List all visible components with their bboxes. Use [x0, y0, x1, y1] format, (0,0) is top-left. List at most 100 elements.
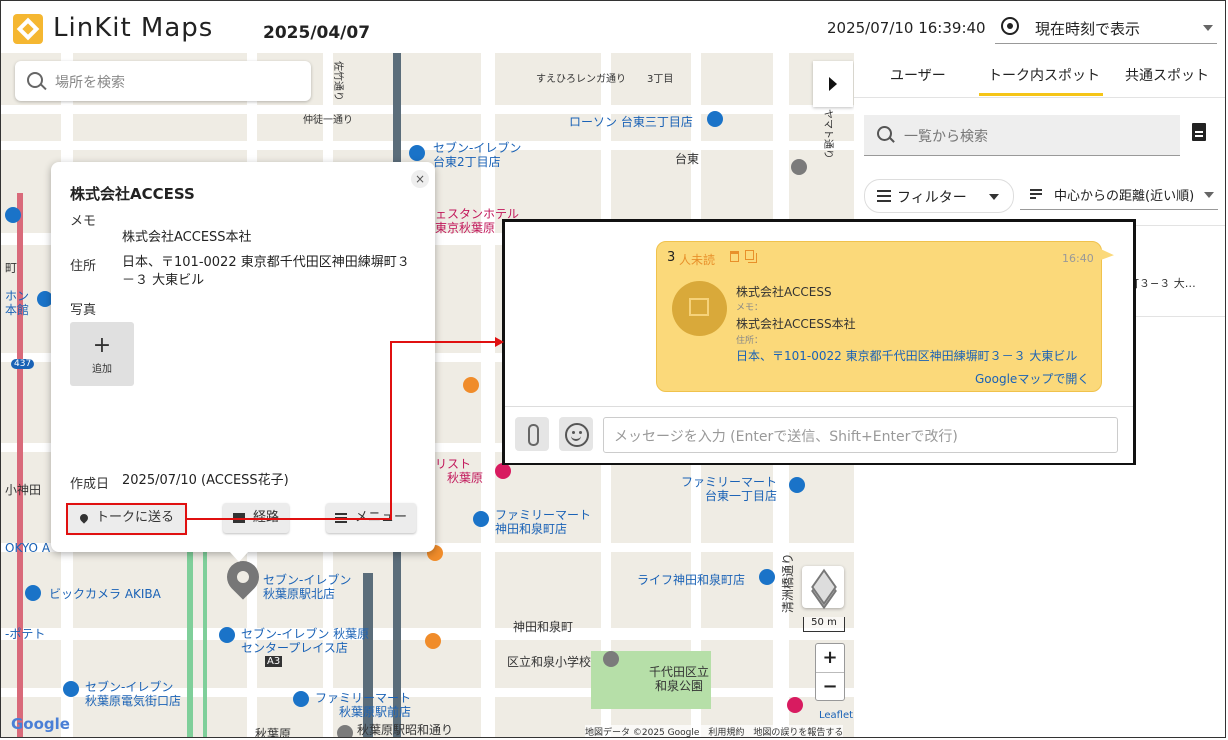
message-bubble: 3 人未読 16:40 株式会社ACCESS メモ： 株式会社ACCESS本社 … [656, 241, 1102, 392]
school-icon[interactable] [791, 159, 807, 175]
app-header: LinKit Maps 2025/04/07 2025/07/10 16:39:… [1, 1, 1225, 54]
store-icon[interactable] [63, 681, 79, 697]
store-icon[interactable] [25, 585, 41, 601]
annotation-line [187, 518, 391, 520]
store-icon[interactable] [473, 511, 489, 527]
shopping-icon[interactable] [787, 697, 803, 713]
map-spot-icon [672, 281, 727, 336]
rail-line [187, 523, 193, 737]
store-icon[interactable] [707, 111, 723, 127]
zoom-in-button[interactable]: + [816, 644, 844, 673]
trash-icon[interactable] [730, 251, 739, 262]
tab-talk-spots[interactable]: トーク内スポット [988, 65, 1100, 85]
spot-memo: 株式会社ACCESS本社 [736, 317, 856, 331]
address-label: 住所 [70, 259, 97, 274]
read-count: 3 [667, 250, 676, 265]
attachment-icon[interactable] [515, 417, 549, 451]
layers-icon-top [811, 568, 837, 606]
sort-select[interactable]: 中心からの距離(近い順) [1020, 179, 1218, 210]
map-search-input[interactable]: 場所を検索 [15, 61, 311, 101]
google-logo: Google [11, 715, 70, 733]
map-label: 東京秋葉原 [435, 221, 496, 235]
station-icon[interactable] [337, 725, 353, 737]
zoom-out-button[interactable]: − [816, 673, 844, 701]
leaflet-link[interactable]: Leaflet [819, 710, 853, 721]
copy-icon[interactable] [745, 250, 754, 260]
shopping-cart-icon[interactable] [759, 569, 775, 585]
map-label: センタープレイス店 [241, 641, 348, 655]
map-label: 清洲橋通り [781, 552, 795, 613]
filter-button[interactable]: フィルター [864, 179, 1014, 213]
document-icon[interactable] [1192, 123, 1206, 141]
memo-value: 株式会社ACCESS本社 [122, 230, 252, 245]
map-road [1, 141, 854, 150]
open-google-maps-link[interactable]: Googleマップで開く [975, 370, 1089, 387]
filter-icon [877, 190, 891, 192]
shopping-icon[interactable] [495, 463, 511, 479]
map-label: 秋葉原 [447, 471, 484, 485]
panel-tabs: ユーザー トーク内スポット 共通スポット [854, 53, 1225, 98]
map-label: 和泉公園 [655, 679, 704, 693]
store-icon[interactable] [5, 207, 21, 223]
header-date: 2025/04/07 [263, 23, 371, 43]
school-icon[interactable] [603, 651, 619, 667]
talk-chat-window: 3 人未読 16:40 株式会社ACCESS メモ： 株式会社ACCESS本社 … [502, 219, 1136, 465]
spot-address-label: 住所： [736, 336, 764, 346]
linkit-logo-icon [13, 14, 43, 44]
map-label: 秋葉原駅北店 [263, 587, 336, 601]
rail-line [203, 523, 207, 737]
map-label: 町 [5, 261, 18, 275]
chevron-down-icon [1203, 25, 1213, 31]
map-road [1, 105, 854, 114]
emoji-button[interactable] [559, 417, 593, 451]
map-label: 秋葉原駅前店 [339, 705, 412, 719]
sort-label: 中心からの距離(近い順) [1054, 189, 1195, 204]
memo-label: メモ [70, 214, 97, 229]
map-attribution[interactable]: 地図データ ©2025 Google 利用規約 地図の誤りを報告する [585, 725, 844, 737]
created-label: 作成日 [70, 477, 110, 492]
restaurant-icon[interactable] [425, 633, 441, 649]
zoom-control: + − [815, 643, 845, 701]
spot-memo-label: メモ： [736, 303, 764, 313]
message-input[interactable]: メッセージを入力 (Enterで送信、Shift+Enterで改行) [603, 417, 1118, 453]
map-label: 秋葉原電気街口店 [85, 694, 182, 708]
layers-button[interactable] [802, 566, 844, 610]
close-icon[interactable]: × [411, 170, 429, 188]
annotation-line [390, 341, 392, 520]
time-mode-select[interactable]: 現在時刻で表示 [995, 13, 1217, 44]
store-icon[interactable] [409, 145, 425, 161]
spot-popup: × 株式会社ACCESS メモ 株式会社ACCESS本社 住所 日本、〒101-… [51, 162, 435, 562]
map-label: 仲徒一通り [303, 115, 353, 126]
search-icon [877, 126, 892, 141]
popup-title: 株式会社ACCESS [70, 185, 195, 203]
active-tab-indicator [979, 93, 1103, 96]
map-label: 秋葉原 [255, 727, 292, 738]
map-label: 台東2丁目店 [433, 155, 501, 169]
map-label: ローソン 台東三丁目店 [569, 115, 693, 129]
current-clock: 2025/07/10 16:39:40 [827, 19, 986, 37]
annotation-arrow [495, 337, 504, 347]
panel-toggle-button[interactable] [813, 61, 853, 107]
tab-users[interactable]: ユーザー [890, 65, 946, 85]
map-label: ライフ神田和泉町店 [637, 573, 746, 587]
tab-shared-spots[interactable]: 共通スポット [1125, 65, 1209, 85]
add-photo-button[interactable]: + 追加 [70, 322, 134, 386]
map-label: 437 [11, 359, 35, 369]
app-frame: LinKit Maps 2025/04/07 2025/07/10 16:39:… [0, 0, 1226, 738]
map-label: -ポテト [5, 627, 46, 641]
map-label: OKYO A [5, 541, 51, 555]
spot-address[interactable]: 日本、〒101-0022 東京都千代田区神田練塀町３－３ 大東ビル [736, 347, 1077, 364]
photo-label: 写真 [70, 303, 97, 318]
popup-tail [229, 551, 249, 562]
store-icon[interactable] [219, 627, 235, 643]
map-label: 本館 [5, 303, 30, 317]
smiley-icon [565, 423, 589, 447]
map-label: 神田和泉町 [513, 620, 574, 634]
store-icon[interactable] [789, 477, 805, 493]
restaurant-icon[interactable] [463, 377, 479, 393]
map-label: 佐竹通り [332, 61, 343, 101]
list-item[interactable]: 町３−３ 大… [1128, 275, 1196, 291]
list-search-input[interactable]: 一覧から検索 [864, 115, 1180, 156]
store-icon[interactable] [293, 691, 309, 707]
map-label: 台東一丁目店 [705, 489, 778, 503]
